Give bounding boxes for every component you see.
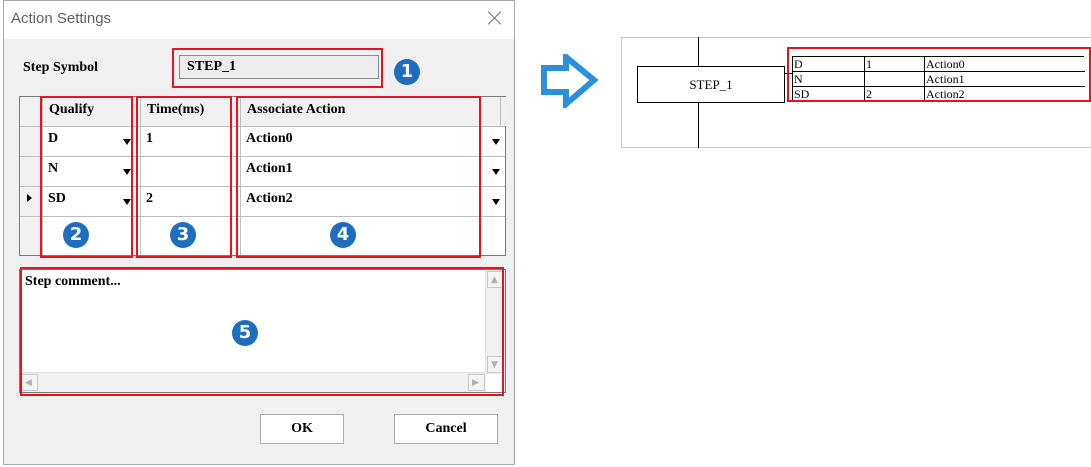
highlight-step-symbol (172, 48, 383, 88)
ok-button[interactable]: OK (260, 414, 344, 444)
header-filler (501, 97, 507, 127)
cancel-button[interactable]: Cancel (394, 414, 498, 444)
callout-badge-3: 3 (170, 222, 196, 248)
dropdown-arrow-icon[interactable] (492, 139, 500, 145)
dropdown-arrow-icon[interactable] (492, 169, 500, 175)
callout-badge-4: 4 (330, 222, 356, 248)
highlight-step-comment (20, 267, 504, 396)
callout-badge-5: 5 (232, 320, 258, 346)
step-block[interactable]: STEP_1 (637, 66, 785, 103)
highlight-associate-action-column (236, 96, 481, 258)
dropdown-arrow-icon[interactable] (492, 199, 500, 205)
callout-badge-1: 1 (394, 59, 420, 85)
highlight-action-table (787, 47, 1091, 102)
dialog-title: Action Settings (11, 10, 112, 27)
step-symbol-label: Step Symbol (23, 60, 99, 75)
close-icon[interactable] (482, 5, 508, 31)
callout-badge-2: 2 (63, 222, 89, 248)
right-arrow-icon (541, 54, 599, 108)
current-row-pointer-icon (27, 194, 32, 202)
title-bar: Action Settings (4, 1, 514, 39)
